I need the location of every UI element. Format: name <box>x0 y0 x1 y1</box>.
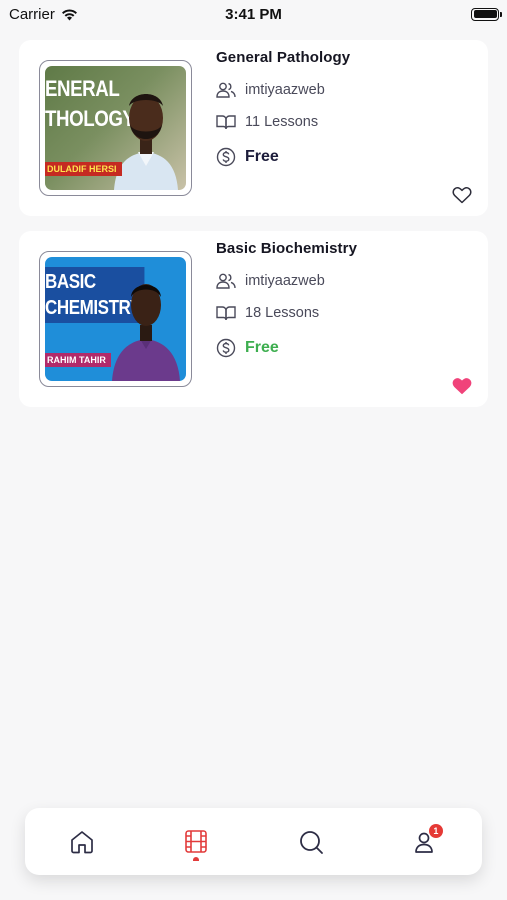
book-open-icon <box>216 306 236 321</box>
nav-search[interactable] <box>291 822 331 862</box>
bottom-nav: 1 <box>25 808 482 875</box>
course-author-row: imtiyaazweb <box>216 273 325 289</box>
active-indicator <box>193 856 200 861</box>
thumbnail-instructor-name: DULADIF HERSI <box>45 162 122 176</box>
course-thumbnail[interactable]: ENERAL THOLOGY DULADIF HERSI <box>39 60 192 196</box>
nav-courses[interactable] <box>176 822 216 862</box>
home-icon <box>71 830 93 853</box>
course-author-row: imtiyaazweb <box>216 82 325 98</box>
favorite-heart-filled-icon[interactable] <box>452 377 472 395</box>
course-lessons-row: 18 Lessons <box>216 305 319 321</box>
wifi-icon <box>61 8 77 20</box>
course-title[interactable]: General Pathology <box>216 49 350 66</box>
nav-profile[interactable]: 1 <box>405 822 445 862</box>
course-price: Free <box>245 148 279 165</box>
course-card-general-pathology[interactable]: ENERAL THOLOGY DULADIF HERSI General Pat… <box>19 40 488 216</box>
course-price-row: Free <box>216 147 279 167</box>
course-price-row: Free <box>216 338 279 358</box>
battery-icon <box>471 7 502 21</box>
thumbnail-instructor-name: RAHIM TAHIR <box>45 353 111 367</box>
users-icon <box>216 82 236 98</box>
notification-badge: 1 <box>428 823 443 838</box>
thumbnail-image: BASIC CHEMISTRY RAHIM TAHIR <box>45 257 186 381</box>
course-author: imtiyaazweb <box>245 273 325 289</box>
status-bar: Carrier 3:41 PM <box>0 0 507 28</box>
nav-home[interactable] <box>62 822 102 862</box>
book-open-icon <box>216 115 236 130</box>
carrier-label: Carrier <box>9 5 55 23</box>
course-price: Free <box>245 339 279 356</box>
dollar-icon <box>216 147 236 167</box>
dollar-icon <box>216 338 236 358</box>
carrier-group: Carrier <box>9 6 78 23</box>
search-icon <box>299 830 323 854</box>
instructor-photo <box>112 284 180 381</box>
course-thumbnail[interactable]: BASIC CHEMISTRY RAHIM TAHIR <box>39 251 192 387</box>
course-title[interactable]: Basic Biochemistry <box>216 240 357 257</box>
course-lessons: 11 Lessons <box>245 114 319 130</box>
thumbnail-image: ENERAL THOLOGY DULADIF HERSI <box>45 66 186 190</box>
favorite-heart-outline-icon[interactable] <box>452 186 472 204</box>
course-author: imtiyaazweb <box>245 82 325 98</box>
course-lessons: 18 Lessons <box>245 305 320 321</box>
users-icon <box>216 273 236 289</box>
course-lessons-row: 11 Lessons <box>216 114 318 130</box>
film-icon <box>185 829 208 853</box>
course-card-basic-biochemistry[interactable]: BASIC CHEMISTRY RAHIM TAHIR Basic Bioche… <box>19 231 488 407</box>
